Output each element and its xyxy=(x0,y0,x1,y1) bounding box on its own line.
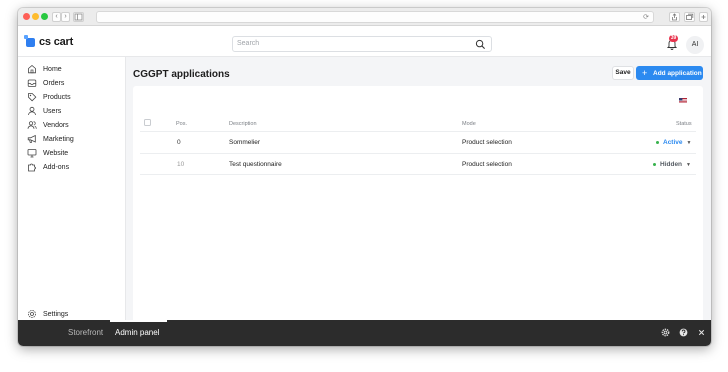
puzzle-icon xyxy=(28,163,36,172)
user-icon xyxy=(28,106,36,116)
maximize-window-button[interactable] xyxy=(41,13,48,20)
main-content: CGGPT applications Save + Add application… xyxy=(126,57,711,328)
sidebar-item-users[interactable]: Users xyxy=(27,105,61,117)
sidebar-item-label: Marketing xyxy=(43,135,74,143)
browser-window: ‹ › ⟳ cs cart Search 39 AI Home Orders P… xyxy=(18,8,711,346)
applications-panel: Pos. Description Mode Status 0 Sommelier… xyxy=(133,86,703,328)
forward-button[interactable]: › xyxy=(61,12,70,22)
search-input[interactable]: Search xyxy=(232,36,492,52)
column-header-description[interactable]: Description xyxy=(229,121,257,127)
sidebar-toggle-icon[interactable] xyxy=(73,12,84,22)
tabs-overview-icon[interactable] xyxy=(684,12,695,22)
sidebar-item-website[interactable]: Website xyxy=(27,147,68,159)
status-dot-icon xyxy=(653,163,656,166)
sidebar-item-label: Settings xyxy=(43,310,69,318)
monitor-icon xyxy=(27,149,37,158)
sidebar-item-home[interactable]: Home xyxy=(27,63,62,75)
column-header-status[interactable]: Status xyxy=(676,121,692,127)
add-application-label: Add application xyxy=(653,70,702,77)
logo-text: cs cart xyxy=(39,36,74,48)
user-avatar[interactable]: AI xyxy=(686,36,704,54)
plus-icon: + xyxy=(642,68,648,78)
gear-icon[interactable] xyxy=(661,328,670,337)
chevron-down-icon: ▼ xyxy=(686,161,691,168)
row-position: 10 xyxy=(177,161,185,168)
table-row[interactable]: 10 Test questionnaire Product selection … xyxy=(140,153,696,175)
back-button[interactable]: ‹ xyxy=(52,12,61,22)
row-description-link[interactable]: Test questionnaire xyxy=(229,161,282,168)
status-dropdown[interactable]: Hidden ▼ xyxy=(653,161,691,168)
browser-toolbar: ‹ › ⟳ xyxy=(18,8,711,26)
sidebar-item-settings[interactable]: Settings xyxy=(27,308,68,320)
address-bar[interactable]: ⟳ xyxy=(96,11,654,23)
sidebar-item-label: Products xyxy=(43,93,71,101)
cs-cart-logo[interactable]: cs cart xyxy=(24,34,74,49)
add-application-button[interactable]: + Add application xyxy=(636,66,703,80)
page-title: CGGPT applications xyxy=(133,69,230,80)
sidebar-item-label: Add-ons xyxy=(43,163,70,171)
app-header: cs cart Search 39 AI xyxy=(18,26,711,57)
storefront-tab[interactable]: Storefront xyxy=(68,328,103,337)
sidebar-item-label: Home xyxy=(43,65,62,73)
sidebar-item-label: Users xyxy=(43,107,62,115)
status-dropdown[interactable]: Active ▼ xyxy=(656,139,691,146)
help-icon[interactable] xyxy=(679,328,688,337)
reload-icon[interactable]: ⟳ xyxy=(643,13,649,21)
admin-panel-tab[interactable]: Admin panel xyxy=(115,328,159,337)
logo-mark-icon xyxy=(24,34,35,47)
status-dot-icon xyxy=(656,141,659,144)
home-icon xyxy=(28,64,36,74)
sidebar-item-vendors[interactable]: Vendors xyxy=(27,119,69,131)
column-header-pos[interactable]: Pos. xyxy=(176,121,187,127)
sidebar-item-products[interactable]: Products xyxy=(27,91,71,103)
column-header-mode[interactable]: Mode xyxy=(462,121,476,127)
active-tab-indicator xyxy=(110,320,167,322)
sidebar-item-marketing[interactable]: Marketing xyxy=(27,133,74,145)
sidebar-item-label: Orders xyxy=(43,79,65,87)
row-position: 0 xyxy=(177,139,181,146)
status-label: Active xyxy=(663,139,683,146)
sidebar-item-label: Vendors xyxy=(43,121,69,129)
sidebar-item-label: Website xyxy=(43,149,69,157)
gear-icon xyxy=(28,310,36,318)
search-icon[interactable] xyxy=(475,39,486,50)
tag-icon xyxy=(28,93,37,102)
notification-badge: 39 xyxy=(669,35,678,42)
status-label: Hidden xyxy=(660,161,683,168)
sidebar-item-add-ons[interactable]: Add-ons xyxy=(27,161,69,173)
bottom-switcher-bar: Storefront Admin panel xyxy=(18,320,711,346)
users-icon xyxy=(27,121,37,129)
select-all-checkbox[interactable] xyxy=(144,119,151,126)
sidebar-item-orders[interactable]: Orders xyxy=(27,77,64,89)
row-mode: Product selection xyxy=(462,139,512,146)
megaphone-icon xyxy=(27,134,36,143)
row-mode: Product selection xyxy=(462,161,512,168)
close-icon[interactable] xyxy=(697,328,706,337)
chevron-down-icon: ▼ xyxy=(686,139,692,146)
table-row[interactable]: 0 Sommelier Product selection Active ▼ xyxy=(140,131,696,153)
us-flag-icon[interactable] xyxy=(679,98,687,103)
save-button[interactable]: Save xyxy=(612,66,634,80)
search-placeholder: Search xyxy=(237,40,260,47)
inbox-icon xyxy=(27,79,37,87)
new-tab-icon[interactable] xyxy=(699,12,708,22)
close-window-button[interactable] xyxy=(23,13,30,20)
sidebar: Home Orders Products Users Vendors Marke… xyxy=(18,57,126,328)
row-description-link[interactable]: Sommelier xyxy=(229,139,260,146)
minimize-window-button[interactable] xyxy=(32,13,39,20)
share-icon[interactable] xyxy=(669,12,680,22)
